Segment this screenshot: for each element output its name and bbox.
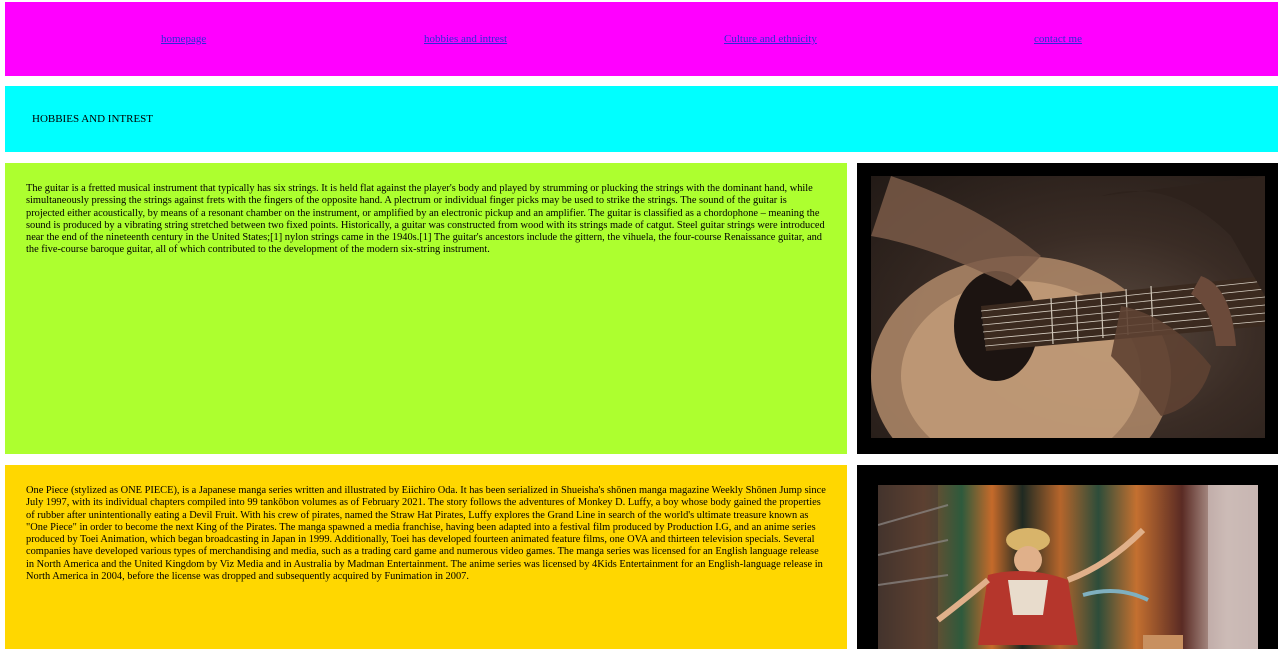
figure-illustration <box>878 485 1258 649</box>
guitar-image-frame <box>857 163 1278 454</box>
page-title: HOBBIES AND INTREST <box>32 113 154 125</box>
nav-link-culture[interactable]: Culture and ethnicity <box>724 33 817 46</box>
onepiece-image-frame <box>857 465 1278 649</box>
guitar-paragraph: The guitar is a fretted musical instrume… <box>26 183 825 256</box>
guitar-photo <box>871 176 1265 438</box>
top-navigation-bar: homepage hobbies and intrest Culture and… <box>5 2 1278 76</box>
nav-link-contact[interactable]: contact me <box>1034 33 1082 46</box>
onepiece-figure-photo <box>878 485 1258 649</box>
page-header: HOBBIES AND INTREST <box>5 86 1278 152</box>
guitar-text-section: The guitar is a fretted musical instrume… <box>5 163 847 454</box>
onepiece-paragraph: One Piece (stylized as ONE PIECE), is a … <box>26 485 826 583</box>
guitar-illustration <box>871 176 1265 438</box>
onepiece-text-section: One Piece (stylized as ONE PIECE), is a … <box>5 465 847 649</box>
nav-link-homepage[interactable]: homepage <box>161 33 206 46</box>
nav-link-hobbies[interactable]: hobbies and intrest <box>424 33 507 46</box>
